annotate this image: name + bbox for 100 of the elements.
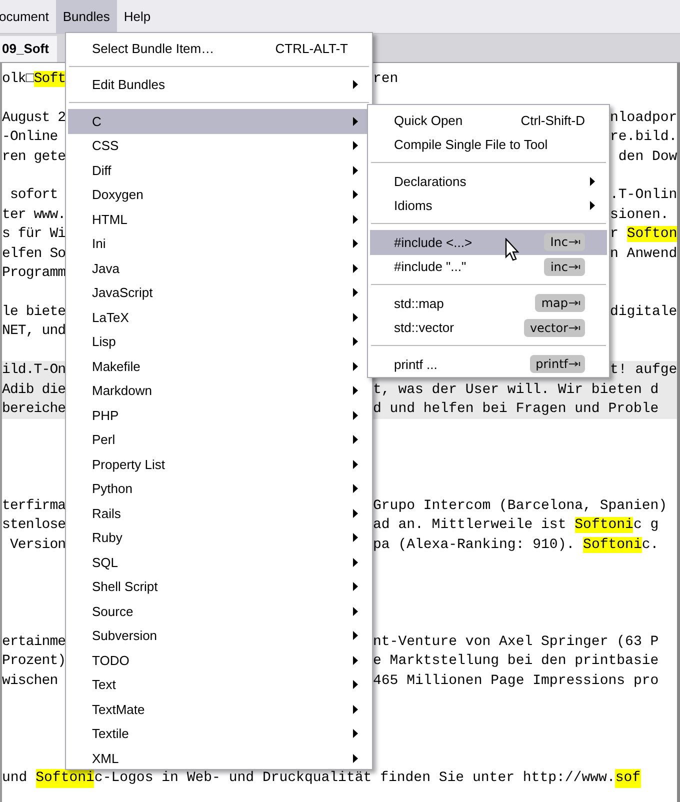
submenu-arrow-icon bbox=[353, 239, 358, 248]
menu-item[interactable]: Java bbox=[68, 256, 370, 280]
menu-item[interactable]: Source bbox=[68, 599, 370, 624]
menu-item[interactable]: LaTeX bbox=[68, 305, 370, 330]
menu-item[interactable]: printf ... printf bbox=[370, 352, 607, 376]
editor-text: .T-Onlin bbox=[610, 187, 678, 204]
submenu-arrow-icon bbox=[353, 312, 358, 322]
editor-text: t! aufge bbox=[610, 362, 678, 378]
editor-text: terfirma bbox=[2, 498, 66, 514]
menu-item[interactable]: TODO bbox=[68, 648, 370, 672]
editor-text: Grupo Intercom (Barcelona, Spanien) bbox=[373, 498, 668, 514]
document-tab[interactable]: 09_Soft bbox=[0, 36, 57, 62]
submenu-arrow-icon bbox=[353, 116, 358, 126]
submenu-arrow-icon bbox=[353, 141, 358, 150]
menu-item[interactable]: Text bbox=[68, 672, 370, 697]
submenu-arrow-icon bbox=[353, 558, 358, 567]
submenu-arrow-icon bbox=[353, 729, 358, 738]
editor-text: Prozent) bbox=[2, 653, 66, 670]
menu-item[interactable]: Markdown bbox=[68, 378, 370, 403]
menu-item[interactable]: Ruby bbox=[68, 526, 370, 550]
editor-text: sionen. bbox=[610, 206, 669, 223]
editor-text: c-Logos in Web- und Druckqualität finden Sie unter http://www. bbox=[94, 768, 616, 788]
menu-item[interactable]: Property List bbox=[68, 452, 370, 476]
editor-text: ren gete bbox=[2, 148, 66, 165]
highlighted-text: Softoni bbox=[36, 768, 94, 788]
menu-item[interactable]: CSS bbox=[68, 134, 370, 158]
editor-text: ild.T-On bbox=[2, 362, 66, 378]
menu-item[interactable]: #include "..." inc bbox=[370, 254, 607, 279]
editor-text: Version bbox=[8, 536, 66, 553]
menu-item[interactable]: TextMate bbox=[68, 697, 370, 722]
submenu-arrow-icon bbox=[353, 264, 358, 273]
menu-item[interactable]: Makefile bbox=[68, 354, 370, 378]
editor-text: bereiche bbox=[2, 400, 66, 417]
submenu-arrow-icon bbox=[353, 606, 358, 616]
editor-text: e Marktstellung bei den printbasie bbox=[373, 653, 659, 670]
editor-text: Programm bbox=[2, 265, 66, 282]
editor-text: NET, und bbox=[2, 323, 66, 340]
submenu-arrow-icon bbox=[590, 201, 595, 210]
menu-item[interactable]: XML bbox=[68, 746, 370, 770]
menu-item[interactable]: Compile Single File to Tool bbox=[370, 132, 607, 157]
editor-text: c. bbox=[642, 536, 659, 553]
menu-bar-item[interactable]: Bundles bbox=[56, 0, 117, 33]
trigger-text: map bbox=[541, 296, 568, 310]
editor-text: August 2 bbox=[2, 110, 66, 126]
trigger-text: printf bbox=[536, 357, 568, 372]
menu-item[interactable]: Idioms bbox=[370, 194, 607, 218]
editor-text: t, was der User will. Wir bieten d bbox=[373, 382, 659, 398]
menu-item[interactable]: Ini bbox=[68, 232, 370, 256]
editor-text: Adib die bbox=[2, 382, 66, 398]
menu-item[interactable]: Doxygen bbox=[68, 182, 370, 207]
editor-text: den Dow bbox=[617, 148, 678, 165]
submenu-arrow-icon bbox=[353, 435, 358, 444]
menu-item[interactable]: C bbox=[68, 109, 370, 134]
menu-item[interactable]: PHP bbox=[68, 403, 370, 428]
editor-text: n Anwend bbox=[610, 246, 678, 262]
menu-item[interactable]: std::vector vector bbox=[370, 316, 607, 340]
submenu-arrow-icon bbox=[353, 484, 358, 494]
menu-item[interactable]: SQL bbox=[68, 550, 370, 574]
highlighted-text: Softon bbox=[626, 226, 678, 242]
menu-item[interactable]: #include <...> Inc bbox=[370, 230, 607, 254]
menu-item[interactable]: Diff bbox=[68, 158, 370, 182]
menu-item[interactable]: JavaScript bbox=[68, 280, 370, 305]
menu-item[interactable]: Select Bundle Item… CTRL-ALT-T bbox=[68, 36, 370, 60]
trigger-text: vector bbox=[530, 320, 568, 335]
submenu-arrow-icon bbox=[353, 410, 358, 420]
menu-item[interactable]: Perl bbox=[68, 428, 370, 452]
editor-text: r bbox=[610, 226, 620, 242]
submenu-arrow-icon bbox=[353, 386, 358, 396]
menu-item[interactable]: Quick Open Ctrl-Shift-D bbox=[370, 108, 607, 132]
submenu-arrow-icon bbox=[353, 337, 358, 346]
menu-item[interactable]: Edit Bundles bbox=[68, 72, 370, 97]
menu-item[interactable]: std::map map bbox=[370, 291, 607, 316]
menu-item[interactable]: Textile bbox=[68, 722, 370, 746]
submenu-arrow-icon bbox=[353, 460, 358, 469]
editor-text: s für Wi bbox=[2, 226, 66, 242]
editor-text: und bbox=[2, 768, 28, 788]
menu-item[interactable]: Lisp bbox=[68, 330, 370, 354]
tab-key-icon bbox=[569, 361, 581, 368]
menu-item[interactable]: Python bbox=[68, 476, 370, 501]
menu-item[interactable]: Rails bbox=[68, 501, 370, 526]
tab-key-icon bbox=[569, 300, 581, 306]
menu-item[interactable]: Shell Script bbox=[68, 574, 370, 599]
submenu-arrow-icon bbox=[353, 508, 358, 518]
submenu-arrow-icon bbox=[353, 656, 358, 665]
submenu-arrow-icon bbox=[353, 288, 358, 298]
editor-text: stenlose bbox=[2, 517, 66, 534]
highlighted-text: Softoni bbox=[574, 517, 634, 534]
menu-item[interactable]: Declarations bbox=[370, 169, 607, 194]
highlighted-text: sof bbox=[615, 768, 641, 788]
editor-text: ertainme bbox=[2, 634, 66, 650]
editor-text: elfen So bbox=[2, 246, 66, 262]
editor-text: d und helfen bei Fragen und Proble bbox=[373, 400, 659, 417]
submenu-arrow-icon bbox=[353, 680, 358, 690]
menu-item[interactable]: Subversion bbox=[68, 624, 370, 648]
menu-bar-item[interactable]: Help bbox=[116, 0, 158, 33]
submenu-arrow-icon bbox=[353, 631, 358, 640]
menu-item[interactable]: HTML bbox=[68, 207, 370, 232]
editor-text: re.bild. bbox=[610, 129, 678, 146]
editor-text: c g bbox=[633, 517, 659, 534]
submenu-arrow-icon bbox=[353, 166, 358, 175]
